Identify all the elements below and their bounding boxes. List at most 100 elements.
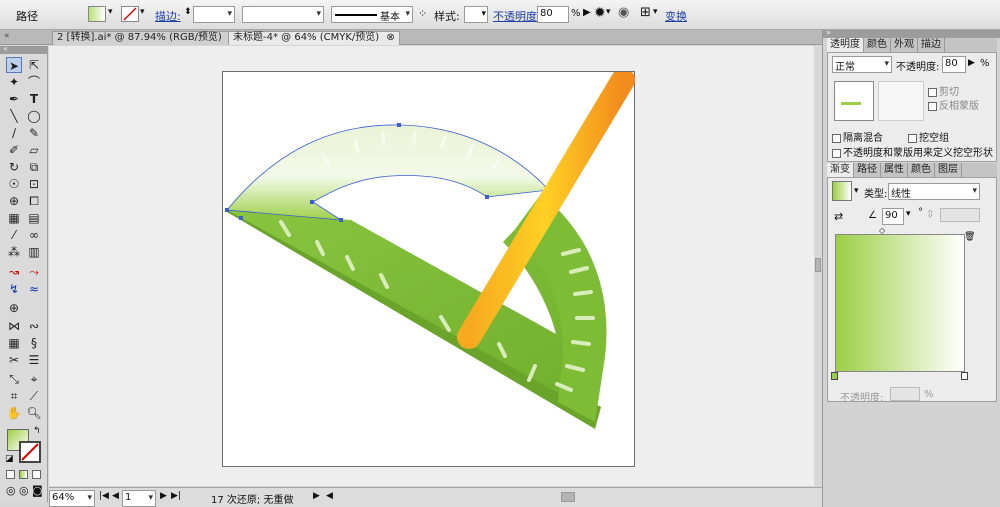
perspective-grid-tool-icon[interactable]: ▦ <box>6 210 22 226</box>
tab-pathfinder[interactable]: 路径 <box>854 163 881 177</box>
scroll-left-icon[interactable]: ◀ <box>326 491 333 501</box>
pen-tool-icon[interactable]: ✒ <box>6 91 22 107</box>
crop-tool-icon[interactable]: ⌗ <box>6 388 22 404</box>
fill-dropdown-icon[interactable]: ▾ <box>108 7 113 17</box>
tab-gradient[interactable]: 渐变 <box>827 163 854 177</box>
status-menu-icon[interactable]: ▶ <box>313 491 320 501</box>
magic-wand-tool-icon[interactable]: ✦ <box>6 74 22 90</box>
horizontal-scrollbar-thumb[interactable] <box>561 492 575 502</box>
swap-fill-stroke-icon[interactable]: ↰ <box>33 426 41 436</box>
blend-mode-dropdown[interactable]: 正常 ▾ <box>832 56 892 73</box>
draw-normal-icon[interactable]: ◎ <box>6 484 16 497</box>
blob-brush-tool-icon[interactable]: ✐ <box>6 142 22 158</box>
lasso-tool-icon[interactable]: ⌒ <box>26 74 42 90</box>
path-eraser-tool-icon[interactable]: ≈ <box>26 281 42 297</box>
selection-tool-icon[interactable]: ➤ <box>6 57 22 73</box>
artboard[interactable] <box>222 68 636 468</box>
tab-attributes[interactable]: 属性 <box>881 163 908 177</box>
stroke-color-box[interactable] <box>19 441 41 463</box>
reverse-gradient-icon[interactable]: ⇄ <box>834 210 843 223</box>
blend-tool-icon[interactable]: ∞ <box>26 227 42 243</box>
opacity-link[interactable]: 不透明度: <box>493 8 541 24</box>
measure-tool-icon[interactable]: ⟋ <box>26 388 42 404</box>
zoom-tool-icon[interactable]: 🔍︎ <box>26 405 42 421</box>
slice-select-tool-icon[interactable]: ⌖ <box>26 371 42 387</box>
transform-link[interactable]: 变换 <box>665 8 687 24</box>
artwork[interactable] <box>223 68 636 468</box>
knockout-group-checkbox[interactable]: 挖空组 <box>908 129 949 144</box>
artboard-tool-icon[interactable]: ⊕ <box>6 300 22 316</box>
mask-thumbnail[interactable] <box>878 81 924 121</box>
artboard-number-dropdown[interactable]: 1 ▾ <box>122 490 156 507</box>
global-edit-icon[interactable]: ◉ <box>618 5 629 20</box>
invert-mask-checkbox[interactable]: 反相蒙版 <box>928 97 979 112</box>
opacity-mask-checkbox[interactable]: 不透明度和蒙版用来定义挖空形状 <box>832 144 993 159</box>
color-mode-icon[interactable] <box>6 470 15 479</box>
mesh-tool-icon[interactable]: ⋈ <box>6 318 22 334</box>
warp-tool-icon[interactable]: ☉ <box>6 176 22 192</box>
opacity-arrow-icon[interactable]: ▶ <box>968 58 975 68</box>
envelope-tool-icon[interactable]: ∾ <box>26 318 42 334</box>
gradient-preview-swatch[interactable] <box>832 181 852 201</box>
collapse-icon[interactable]: « <box>4 31 10 41</box>
free-transform-tool-icon[interactable]: ⊡ <box>26 176 42 192</box>
fill-swatch[interactable] <box>88 6 106 22</box>
gradient-mode-icon[interactable] <box>19 470 28 479</box>
document-tab-1[interactable]: 2 [转换].ai* @ 87.94% (RGB/预览) ⊗ <box>52 31 243 45</box>
isolate-blending-checkbox[interactable]: 隔离混合 <box>832 129 883 144</box>
stroke-weight-dropdown[interactable]: ▾ <box>193 6 235 23</box>
opacity-input[interactable]: 80 <box>942 56 966 73</box>
gradient-swatch-dropdown-icon[interactable]: ▾ <box>854 186 859 196</box>
brush-definition-dropdown[interactable]: 基本 ▾ <box>331 6 413 23</box>
align-icon[interactable]: ⊞ <box>640 5 651 20</box>
delete-stop-icon[interactable]: 🗑︎ <box>964 232 975 242</box>
stroke-swatch[interactable] <box>121 6 139 22</box>
gradient-slider-preview[interactable] <box>835 234 965 372</box>
last-artboard-icon[interactable]: ▶| <box>171 491 181 501</box>
symbol-sprayer-tool-icon[interactable]: ⁂ <box>6 244 22 260</box>
tab-stroke[interactable]: 描边 <box>918 38 945 52</box>
grid-tool-icon[interactable]: ▦ <box>6 335 22 351</box>
slice-tool-icon[interactable]: ⤡ <box>6 371 22 387</box>
clip-checkbox[interactable]: 剪切 <box>928 83 959 98</box>
gradient-stop-end[interactable] <box>961 372 968 380</box>
eraser-tool-icon[interactable]: ▱ <box>26 142 42 158</box>
knife-tool-icon[interactable]: ☰ <box>26 352 42 368</box>
rotate-tool-icon[interactable]: ↻ <box>6 159 22 175</box>
variable-width-dropdown[interactable]: ▾ <box>242 6 324 23</box>
vertical-scrollbar[interactable] <box>814 46 822 486</box>
opacity-input[interactable]: 80 <box>537 6 569 23</box>
type-tool-icon[interactable]: T <box>26 91 42 107</box>
gradient-type-dropdown[interactable]: 线性 ▾ <box>888 183 980 200</box>
opacity-slider-arrow-icon[interactable]: ▶ <box>583 7 591 18</box>
tab-layers[interactable]: 图层 <box>935 163 962 177</box>
tab-appearance[interactable]: 外观 <box>891 38 918 52</box>
collapse-icon[interactable]: « <box>3 44 8 53</box>
draw-behind-icon[interactable]: ◎ <box>19 484 29 497</box>
stroke-link[interactable]: 描边: <box>155 8 181 24</box>
tab-color[interactable]: 颜色 <box>908 163 935 177</box>
tab-transparency[interactable]: 透明度 <box>827 38 864 52</box>
reshape-tool-icon[interactable]: ⤳ <box>26 264 42 280</box>
twist-tool-icon[interactable]: § <box>26 335 42 351</box>
gradient-stop-start[interactable] <box>831 372 838 380</box>
default-colors-icon[interactable]: ◪ <box>5 454 14 464</box>
ellipse-tool-icon[interactable]: ◯ <box>26 108 42 124</box>
object-thumbnail[interactable] <box>834 81 874 121</box>
scissors-tool-icon[interactable]: ✂ <box>6 352 22 368</box>
tab-color[interactable]: 颜色 <box>864 38 891 52</box>
previous-artboard-icon[interactable]: ◀ <box>112 491 119 501</box>
recolor-dropdown-icon[interactable]: ▾ <box>606 7 611 17</box>
eyedropper-tool-icon[interactable]: ⁄ <box>6 227 22 243</box>
stroke-weight-stepper-icon[interactable]: ⬍ <box>184 7 192 17</box>
next-artboard-icon[interactable]: ▶ <box>160 491 167 501</box>
live-paint-tool-icon[interactable]: ⧠ <box>26 193 42 209</box>
first-artboard-icon[interactable]: |◀ <box>99 491 109 501</box>
pencil-tool-icon[interactable]: ✎ <box>26 125 42 141</box>
none-mode-icon[interactable] <box>32 470 41 479</box>
shape-builder-tool-icon[interactable]: ⊕ <box>6 193 22 209</box>
symbol-grid-icon[interactable]: ⁘ <box>418 7 427 20</box>
smooth-tool-icon[interactable]: ↯ <box>6 281 22 297</box>
document-tab-2[interactable]: 未标题-4* @ 64% (CMYK/预览) ⊗ <box>228 31 400 45</box>
column-graph-tool-icon[interactable]: ▥ <box>26 244 42 260</box>
